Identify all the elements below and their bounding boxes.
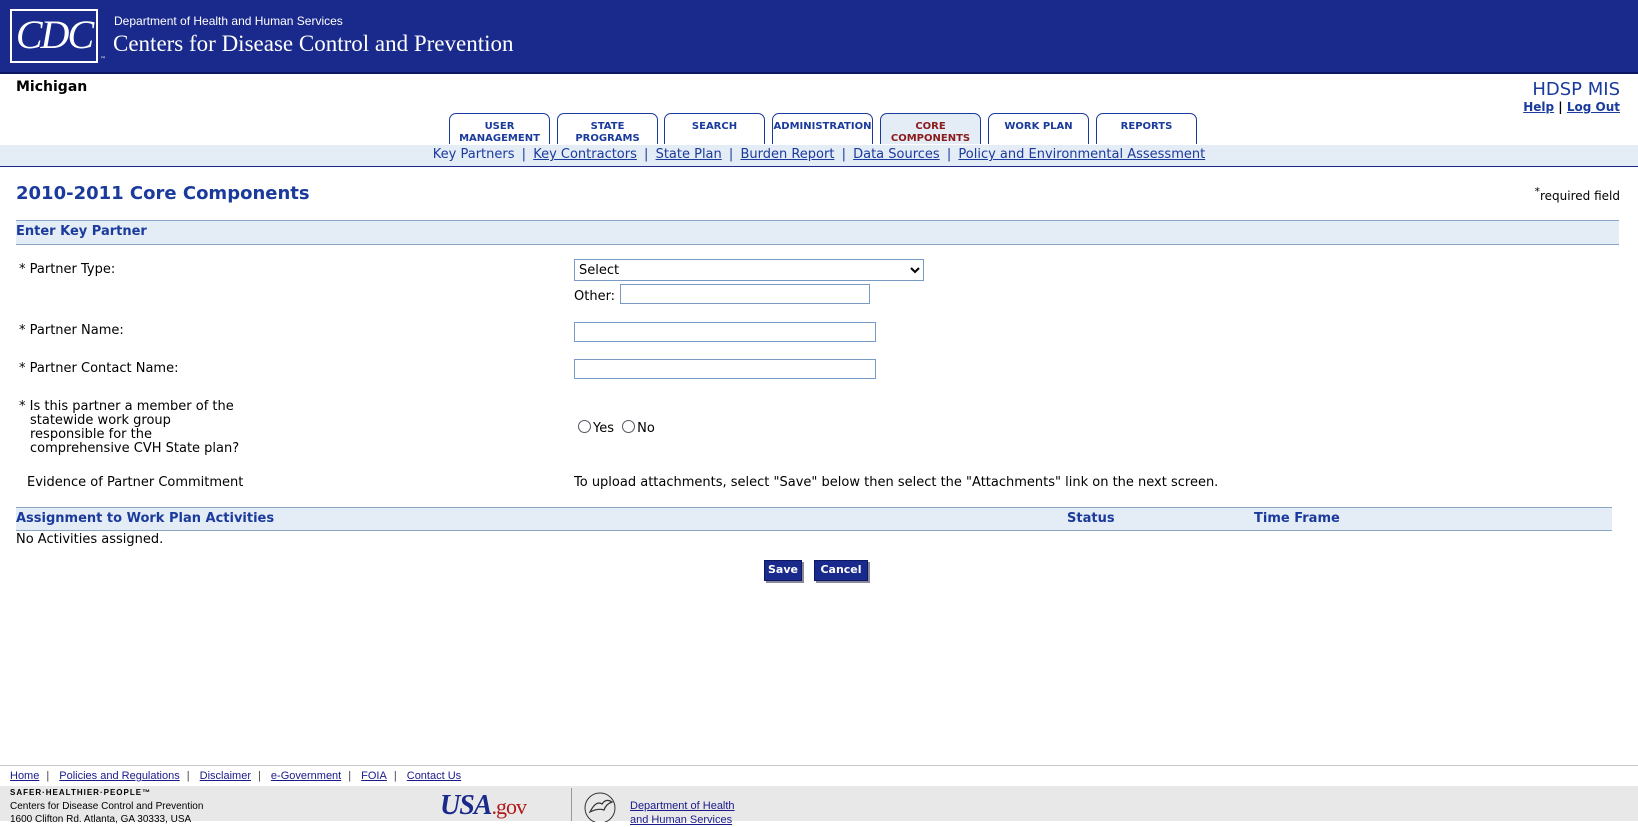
tab-state-programs[interactable]: STATE PROGRAMS <box>557 113 658 144</box>
footer-link-egovernment[interactable]: e-Government <box>271 770 341 782</box>
question-line: responsible for the <box>30 427 152 442</box>
footer-separator: | <box>393 770 397 782</box>
partner-name-input[interactable] <box>574 322 876 342</box>
question-line: statewide work group <box>30 413 171 428</box>
no-radio[interactable] <box>622 420 636 433</box>
partner-contact-name-input[interactable] <box>574 359 876 379</box>
required-field-note: *required field <box>1535 185 1621 203</box>
department-name: Department of Health and Human Services <box>114 14 343 28</box>
no-activities-message: No Activities assigned. <box>16 532 164 547</box>
workgroup-member-radio-group: Yes No <box>578 420 655 436</box>
workgroup-member-question: * Is this partner a member of the statew… <box>19 400 249 456</box>
subnav-separator: | <box>521 147 527 162</box>
tab-label: USER <box>484 121 515 132</box>
assignment-header: Assignment to Work Plan Activities Statu… <box>16 507 1612 531</box>
other-partner-type-input[interactable] <box>620 284 870 304</box>
subnav-link-key-contractors[interactable]: Key Contractors <box>533 147 637 162</box>
tab-label: MANAGEMENT <box>459 133 540 144</box>
usa-gov-logo[interactable]: USA.gov <box>440 790 527 822</box>
footer-tagline: SAFER·HEALTHIER·PEOPLE™ <box>10 788 152 797</box>
footer-link-contact-us[interactable]: Contact Us <box>407 770 461 782</box>
tab-work-plan[interactable]: WORK PLAN <box>988 113 1089 144</box>
logout-link[interactable]: Log Out <box>1567 100 1620 114</box>
subnav-link-policy-assessment[interactable]: Policy and Environmental Assessment <box>958 147 1205 162</box>
tab-label: ADMINISTRATION <box>773 121 872 132</box>
footer-address-line1: Centers for Disease Control and Preventi… <box>10 801 204 812</box>
cdc-banner: CDC ™ Department of Health and Human Ser… <box>0 0 1638 74</box>
footer-separator: | <box>258 770 261 782</box>
subnav-separator: | <box>728 147 734 162</box>
sub-navigation: Key Partners | Key Contractors | State P… <box>0 145 1638 167</box>
tab-label: PROGRAMS <box>575 133 640 144</box>
footer-link-disclaimer[interactable]: Disclaimer <box>200 770 251 782</box>
partner-name-label: * Partner Name: <box>19 323 124 338</box>
usa-gov-main: USA <box>440 790 492 821</box>
hhs-link-line1[interactable]: Department of Health <box>630 800 735 812</box>
assignment-title: Assignment to Work Plan Activities <box>16 511 275 526</box>
page-title: 2010-2011 Core Components <box>16 183 310 204</box>
yes-radio[interactable] <box>578 420 591 433</box>
hhs-link-line2[interactable]: and Human Services <box>630 814 732 826</box>
evidence-label: Evidence of Partner Commitment <box>27 475 244 490</box>
question-line: comprehensive CVH State plan? <box>30 441 240 456</box>
required-text: required field <box>1540 189 1620 203</box>
tab-core-components[interactable]: CORE COMPONENTS <box>880 113 981 144</box>
usa-gov-suffix: .gov <box>491 794 526 819</box>
tab-label: WORK PLAN <box>1004 121 1073 132</box>
yes-radio-label: Yes <box>593 421 614 436</box>
timeframe-column-header: Time Frame <box>1254 511 1340 526</box>
save-button[interactable]: Save <box>764 560 802 581</box>
main-tab-bar: USER MANAGEMENT STATE PROGRAMS SEARCH AD… <box>0 113 1638 146</box>
footer-address-line2: 1600 Clifton Rd. Atlanta, GA 30333, USA <box>10 814 192 825</box>
footer-separator: | <box>186 770 190 782</box>
partner-type-select[interactable]: Select <box>574 259 924 281</box>
tab-label: REPORTS <box>1120 121 1173 132</box>
tab-label: COMPONENTS <box>890 133 971 144</box>
partner-type-label: * Partner Type: <box>19 262 116 277</box>
section-header-enter-key-partner: Enter Key Partner <box>16 220 1619 245</box>
other-label: Other: <box>574 289 616 304</box>
partner-contact-name-label: * Partner Contact Name: <box>19 361 179 376</box>
app-name: HDSP MIS <box>1532 79 1620 100</box>
tab-reports[interactable]: REPORTS <box>1096 113 1197 144</box>
footer-separator: | <box>348 770 352 782</box>
tab-user-management[interactable]: USER MANAGEMENT <box>449 113 550 144</box>
subnav-separator: | <box>644 147 649 162</box>
subnav-link-burden-report[interactable]: Burden Report <box>740 147 834 162</box>
cancel-button[interactable]: Cancel <box>814 560 868 581</box>
tab-administration[interactable]: ADMINISTRATION <box>772 113 873 144</box>
tab-label: STATE <box>590 121 625 132</box>
subnav-link-data-sources[interactable]: Data Sources <box>853 147 940 162</box>
trademark-mark: ™ <box>100 56 106 63</box>
footer-divider <box>571 788 572 821</box>
footer-link-home[interactable]: Home <box>10 770 39 782</box>
footer-bottom: SAFER·HEALTHIER·PEOPLE™ Centers for Dise… <box>0 786 1638 826</box>
cdc-logo[interactable]: CDC <box>10 9 98 63</box>
footer-link-foia[interactable]: FOIA <box>361 770 387 782</box>
top-links: Help | Log Out <box>1523 100 1620 114</box>
no-radio-label: No <box>637 421 655 436</box>
hhs-link: Department of Health and Human Services <box>630 799 735 827</box>
subnav-current-key-partners: Key Partners <box>432 147 515 162</box>
tab-label: CORE <box>915 121 946 132</box>
help-link[interactable]: Help <box>1523 100 1554 114</box>
state-name: Michigan <box>16 79 88 95</box>
subnav-separator: | <box>946 147 952 162</box>
footer-separator: | <box>46 770 50 782</box>
subnav-link-state-plan[interactable]: State Plan <box>656 147 722 162</box>
agency-name: Centers for Disease Control and Preventi… <box>113 31 514 56</box>
hhs-eagle-icon <box>584 792 616 822</box>
footer-links: Home | Policies and Regulations | Disclaim… <box>0 765 1638 786</box>
top-links-separator: | <box>1558 100 1563 114</box>
status-column-header: Status <box>1067 511 1115 526</box>
footer-link-policies[interactable]: Policies and Regulations <box>59 770 179 782</box>
subnav-separator: | <box>841 147 846 162</box>
tab-label: SEARCH <box>691 121 738 132</box>
tab-search[interactable]: SEARCH <box>664 113 765 144</box>
question-line: * Is this partner a member of the <box>19 399 234 414</box>
upload-instructions: To upload attachments, select "Save" bel… <box>574 475 1219 490</box>
